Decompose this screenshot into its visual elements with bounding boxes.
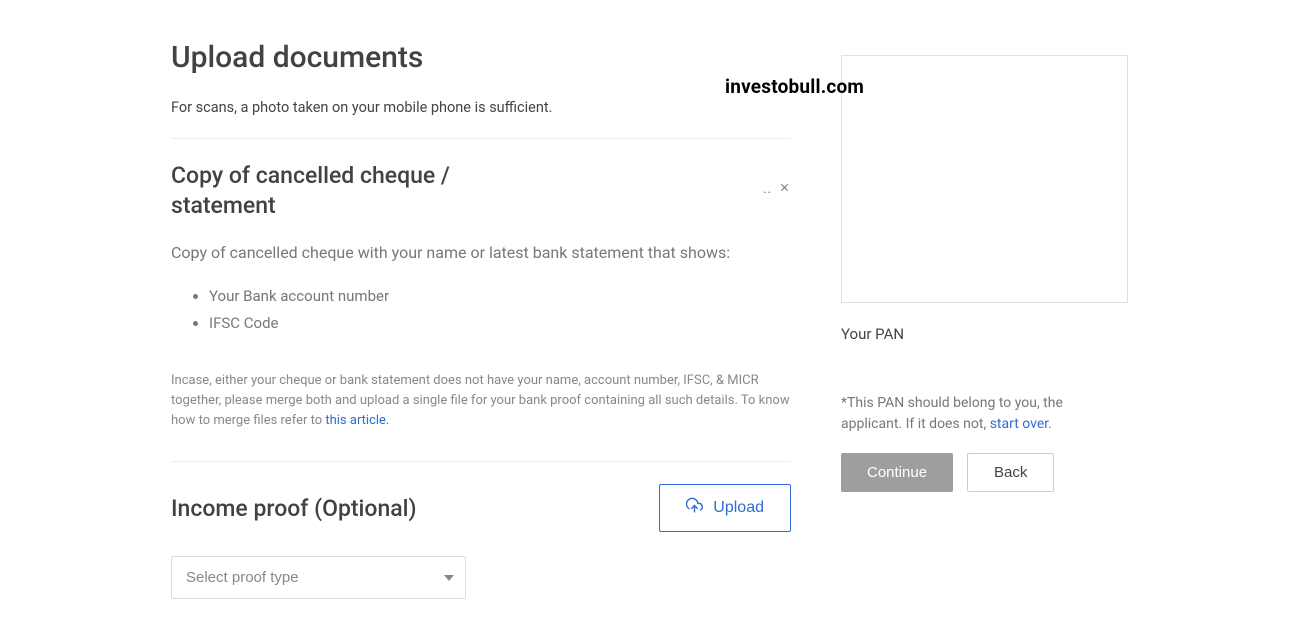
divider bbox=[171, 461, 791, 462]
cheque-requirements-list: Your Bank account number IFSC Code bbox=[171, 283, 791, 337]
pan-card-preview bbox=[841, 55, 1128, 303]
continue-button[interactable]: Continue bbox=[841, 453, 953, 492]
merge-article-link[interactable]: this article. bbox=[325, 413, 389, 428]
list-item: Your Bank account number bbox=[209, 283, 791, 310]
start-over-link[interactable]: start over bbox=[990, 416, 1048, 432]
cheque-fine-print: Incase, either your cheque or bank state… bbox=[171, 371, 791, 431]
watermark-text: investobull.com bbox=[725, 75, 864, 98]
sidebar: Your PAN *This PAN should belong to you,… bbox=[841, 40, 1121, 492]
list-item: IFSC Code bbox=[209, 310, 791, 337]
upload-icon bbox=[686, 497, 703, 519]
remove-file-icon[interactable] bbox=[778, 181, 791, 198]
proof-type-select[interactable]: Select proof type bbox=[171, 556, 466, 599]
page-title: Upload documents bbox=[171, 40, 791, 75]
income-section-title: Income proof (Optional) bbox=[171, 495, 417, 522]
uploaded-file-chip: .. bbox=[763, 161, 791, 198]
divider bbox=[171, 138, 791, 139]
pan-label: Your PAN bbox=[841, 325, 1121, 343]
pan-note: *This PAN should belong to you, the appl… bbox=[841, 393, 1121, 435]
upload-button[interactable]: Upload bbox=[659, 484, 791, 532]
cheque-section-desc: Copy of cancelled cheque with your name … bbox=[171, 241, 791, 265]
back-button[interactable]: Back bbox=[967, 453, 1054, 492]
fine-print-text: Incase, either your cheque or bank state… bbox=[171, 373, 790, 428]
upload-button-label: Upload bbox=[713, 499, 764, 517]
pan-note-suffix: . bbox=[1048, 416, 1052, 432]
page-subtitle: For scans, a photo taken on your mobile … bbox=[171, 99, 791, 116]
main-content: Upload documents For scans, a photo take… bbox=[171, 40, 791, 599]
file-name-truncated: .. bbox=[763, 182, 772, 197]
cheque-section-title: Copy of cancelled cheque / statement bbox=[171, 161, 551, 221]
